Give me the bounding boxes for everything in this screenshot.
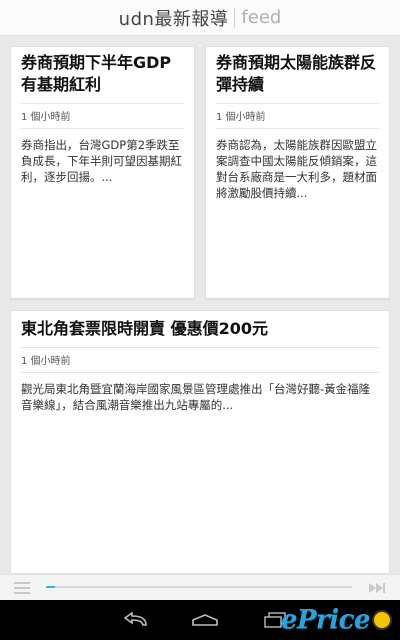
article-time: 1 個小時前 <box>21 356 71 367</box>
watermark: ePrice <box>281 600 392 640</box>
article-headline[interactable]: 券商預期太陽能族群反彈持續 <box>216 52 379 96</box>
home-icon[interactable] <box>170 600 240 640</box>
article-headline[interactable]: 券商預期下半年GDP有基期紅利 <box>21 52 184 96</box>
feed-label[interactable]: feed <box>241 7 281 28</box>
progress-track[interactable] <box>46 586 352 588</box>
progress-fill <box>46 586 56 588</box>
mascot-icon <box>372 610 392 630</box>
title-bar: udn最新報導 feed <box>0 0 400 36</box>
menu-icon[interactable] <box>14 581 30 594</box>
article-meta: 1 個小時前 <box>21 347 379 367</box>
app-title: udn最新報導 <box>118 8 229 30</box>
player-bar <box>0 574 400 600</box>
article-time: 1 個小時前 <box>216 112 266 123</box>
skip-next-icon-graphic <box>369 583 385 593</box>
article-summary[interactable]: 券商認為，太陽能族群因歐盟立案調查中國太陽能反傾銷案，這對台系廠商是一大利多，題… <box>216 128 379 201</box>
article-card[interactable]: 東北角套票限時開賣 優惠價200元 1 個小時前 觀光局東北角暨宜蘭海岸國家風景… <box>10 310 390 574</box>
article-meta: 1 個小時前 <box>216 103 379 123</box>
title-divider <box>234 7 236 28</box>
article-time: 1 個小時前 <box>21 112 71 123</box>
article-summary[interactable]: 券商指出，台灣GDP第2季跌至負成長，下年半則可望因基期紅利，逐步回揚。... <box>21 128 184 185</box>
back-icon[interactable] <box>100 600 170 640</box>
watermark-text: ePrice <box>280 605 371 635</box>
article-meta: 1 個小時前 <box>21 103 184 123</box>
article-summary[interactable]: 觀光局東北角暨宜蘭海岸國家風景區管理處推出「台灣好聽-黃金福隆音樂線」，結合風潮… <box>21 372 379 413</box>
skip-next-icon[interactable] <box>368 581 386 595</box>
article-card[interactable]: 券商預期太陽能族群反彈持續 1 個小時前 券商認為，太陽能族群因歐盟立案調查中國… <box>205 46 390 299</box>
article-card[interactable]: 券商預期下半年GDP有基期紅利 1 個小時前 券商指出，台灣GDP第2季跌至負成… <box>10 46 195 299</box>
article-headline[interactable]: 東北角套票限時開賣 優惠價200元 <box>21 318 379 340</box>
